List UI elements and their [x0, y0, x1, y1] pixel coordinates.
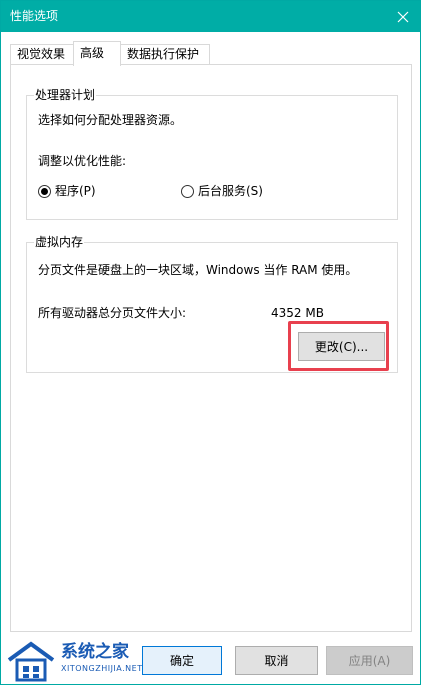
radio-selected-dot: [41, 187, 48, 195]
virtual-memory-description: 分页文件是硬盘上的一块区域，Windows 当作 RAM 使用。: [38, 263, 358, 277]
tab-visual-effects[interactable]: 视觉效果: [10, 44, 74, 65]
processor-scheduling-title: 处理器计划: [34, 88, 97, 102]
tab-data-execution-prevention[interactable]: 数据执行保护: [120, 44, 210, 65]
cancel-button[interactable]: 取消: [235, 646, 318, 675]
watermark-url: XITONGZHIJIA.NET: [61, 664, 143, 673]
tab-advanced[interactable]: 高级: [73, 41, 121, 66]
total-paging-file-value: 4352 MB: [271, 306, 324, 320]
close-icon: [397, 11, 409, 22]
programs-radio[interactable]: 程序(P): [38, 184, 96, 198]
processor-scheduling-description: 选择如何分配处理器资源。: [38, 113, 183, 127]
total-paging-file-label: 所有驱动器总分页文件大小:: [38, 306, 187, 320]
virtual-memory-title: 虚拟内存: [34, 235, 85, 249]
performance-options-window: 性能选项 视觉效果 高级 数据执行保护 处理器计划 选择如何分配处理器资源。 调…: [0, 0, 421, 685]
watermark-logo: 系统之家 XITONGZHIJIA.NET: [1, 636, 161, 685]
programs-radio-label: 程序(P): [55, 184, 96, 198]
adjust-performance-label: 调整以优化性能:: [38, 154, 127, 168]
background-services-radio[interactable]: 后台服务(S): [181, 184, 263, 198]
background-services-radio-label: 后台服务(S): [198, 184, 263, 198]
close-button[interactable]: [386, 1, 420, 32]
window-title: 性能选项: [10, 9, 59, 23]
title-bar[interactable]: 性能选项: [1, 1, 420, 32]
apply-button[interactable]: 应用(A): [326, 646, 413, 675]
background-services-radio-circle[interactable]: [181, 184, 194, 198]
house-logo-icon: [7, 641, 55, 682]
programs-radio-circle[interactable]: [38, 184, 51, 198]
highlight-box: [288, 321, 389, 371]
processor-scheduling-group: 处理器计划 选择如何分配处理器资源。 调整以优化性能: 程序(P) 后台服务(S…: [26, 88, 398, 220]
watermark-name: 系统之家: [61, 642, 129, 662]
tab-strip: 视觉效果 高级 数据执行保护: [10, 41, 410, 66]
